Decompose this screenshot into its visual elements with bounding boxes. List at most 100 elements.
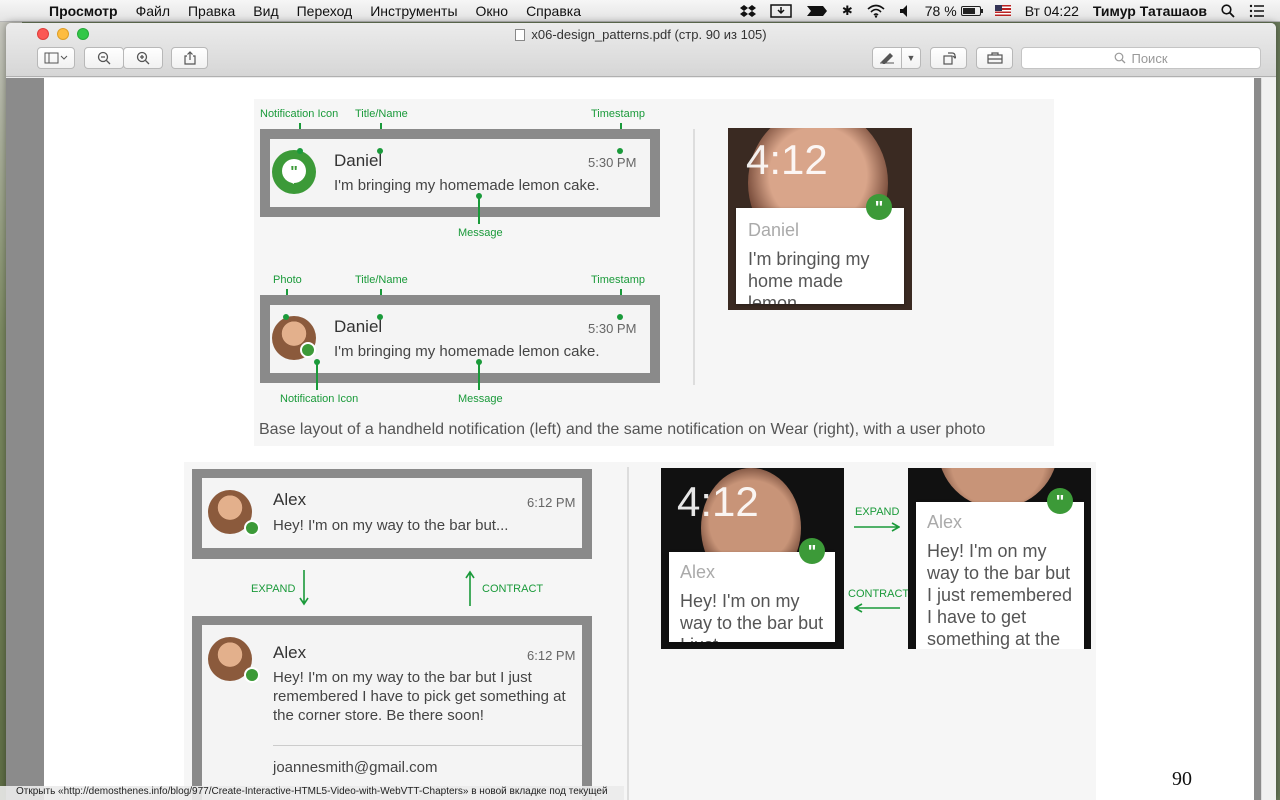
expand-label: EXPAND (251, 583, 296, 595)
wear-watch-screen-expanded: Alex Hey! I'm on my way to the bar but I… (908, 468, 1091, 649)
menu-edit[interactable]: Правка (179, 3, 244, 19)
svg-text:": " (290, 164, 298, 181)
volume-icon[interactable] (892, 4, 918, 18)
wear-notification-message: I'm bringing my home made lemon (748, 249, 870, 304)
share-icon (183, 51, 196, 65)
menu-file[interactable]: Файл (127, 3, 179, 19)
wear-expand-label: EXPAND (855, 506, 900, 518)
document-viewer[interactable]: Notification Icon Title/Name Timestamp "… (6, 78, 1276, 800)
wear-hangouts-icon: " (799, 538, 825, 564)
markup-button[interactable] (872, 47, 902, 69)
dropbox-icon[interactable] (733, 4, 763, 18)
wear-hangouts-icon: " (1047, 488, 1073, 514)
wifi-icon[interactable] (860, 4, 892, 18)
battery-status[interactable]: 78 % (918, 3, 988, 19)
menubar-user[interactable]: Тимур Таташаов (1086, 3, 1214, 19)
arrow-down-icon (299, 570, 309, 606)
notification-message: I'm bringing my homemade lemon cake. (334, 343, 600, 360)
spotlight-search-icon[interactable] (1214, 3, 1242, 18)
figure-divider (693, 129, 695, 385)
label-timestamp-top: Timestamp (591, 108, 645, 120)
notification-badge-icon (244, 667, 260, 683)
label-photo: Photo (273, 274, 302, 286)
label-timestamp-bottom: Timestamp (591, 274, 645, 286)
menubar-clock[interactable]: Вт 04:22 (1018, 3, 1086, 19)
share-button[interactable] (171, 47, 208, 69)
search-icon (1115, 52, 1126, 64)
leader-dot (377, 314, 383, 320)
leader-line (478, 196, 480, 224)
notification-card-collapsed: Alex 6:12 PM Hey! I'm on my way to the b… (202, 478, 582, 548)
pdf-page: Notification Icon Title/Name Timestamp "… (44, 78, 1254, 800)
figure-expand-contract: Alex 6:12 PM Hey! I'm on my way to the b… (184, 462, 1096, 800)
hangouts-icon: " (282, 159, 306, 184)
label-message-bottom: Message (458, 393, 503, 405)
window-title-text: x06-design_patterns.pdf (стр. 90 из 105) (531, 27, 767, 42)
notification-timestamp: 6:12 PM (527, 648, 576, 663)
menu-bar: Просмотр Файл Правка Вид Переход Инструм… (0, 0, 1280, 22)
notification-message: I'm bringing my homemade lemon cake. (334, 177, 600, 194)
wear-notification-card: Alex Hey! I'm on my way to the bar but I… (916, 502, 1084, 649)
zoom-out-icon (97, 51, 111, 65)
download-icon[interactable] (763, 3, 799, 18)
preview-window: x06-design_patterns.pdf (стр. 90 из 105)… (6, 23, 1276, 800)
contract-label: CONTRACT (482, 583, 544, 595)
bluetooth-icon[interactable]: ✱ (835, 3, 860, 19)
zoom-out-button[interactable] (84, 47, 124, 69)
wear-watch-screen-collapsed: 4:12 Alex Hey! I'm on my way to the bar … (661, 468, 844, 649)
markup-menu-button[interactable]: ▼ (901, 47, 921, 69)
wear-clock: 4:12 (746, 136, 828, 183)
notification-card-expanded: Alex 6:12 PM Hey! I'm on my way to the b… (202, 625, 582, 800)
menu-app-name[interactable]: Просмотр (40, 3, 127, 19)
figure-divider (627, 467, 629, 800)
notification-center-icon[interactable] (1242, 4, 1272, 18)
sidebar-toggle-button[interactable] (37, 47, 75, 69)
zoom-in-button[interactable] (123, 47, 163, 69)
label-title-name-bottom: Title/Name (355, 274, 408, 286)
notification-message-long: Hey! I'm on my way to the bar but I just… (273, 669, 566, 724)
zoom-in-icon (136, 51, 150, 65)
label-notification-icon-bottom: Notification Icon (280, 393, 359, 405)
notification-title: Alex (273, 643, 307, 662)
figure-notification-base-layout: Notification Icon Title/Name Timestamp "… (254, 99, 1054, 446)
battery-icon (960, 5, 983, 16)
divider (273, 745, 582, 746)
wear-notification-message: Hey! I'm on my way to the bar but I just (680, 591, 824, 642)
figure-caption: Base layout of a handheld notification (… (259, 421, 986, 438)
wear-notification-title: Daniel (748, 220, 800, 240)
scrollbar[interactable] (1261, 78, 1276, 800)
pdf-document-icon (515, 29, 526, 41)
link-status-bar: Открыть «http://demosthenes.info/blog/97… (0, 786, 624, 800)
leader-dot (617, 148, 623, 154)
input-source-flag-icon[interactable] (988, 5, 1018, 16)
menu-go[interactable]: Переход (288, 3, 362, 19)
wear-clock: 4:12 (677, 478, 759, 525)
menu-help[interactable]: Справка (517, 3, 590, 19)
menu-tools[interactable]: Инструменты (361, 3, 466, 19)
notification-title: Alex (273, 490, 307, 509)
arrows-icon[interactable] (799, 4, 835, 18)
notification-timestamp: 6:12 PM (527, 495, 576, 510)
leader-dot (297, 148, 303, 154)
chevron-down-icon: ▼ (906, 53, 916, 63)
wear-contract-label: CONTRACT (848, 588, 910, 600)
leader-dot (377, 148, 383, 154)
wear-watch-screen: 4:12 Daniel I'm bringing my home made le… (728, 128, 912, 310)
leader-line (478, 362, 480, 390)
notification-badge-icon (244, 520, 260, 536)
sidebar-icon (44, 52, 68, 64)
arrow-left-icon (854, 603, 900, 613)
notification-timestamp: 5:30 PM (588, 321, 637, 336)
rotate-button[interactable] (930, 47, 967, 69)
pen-icon (880, 53, 894, 64)
wear-notification-title: Alex (680, 562, 716, 582)
notification-icon: " (272, 150, 316, 194)
menu-view[interactable]: Вид (244, 3, 287, 19)
toolbox-button[interactable] (976, 47, 1013, 69)
menu-window[interactable]: Окно (467, 3, 518, 19)
leader-dot (617, 314, 623, 320)
search-input[interactable]: Поиск (1021, 47, 1261, 69)
notification-message-short: Hey! I'm on my way to the bar but... (273, 517, 509, 534)
toolbox-icon (986, 52, 1003, 64)
label-message-top: Message (458, 227, 503, 239)
